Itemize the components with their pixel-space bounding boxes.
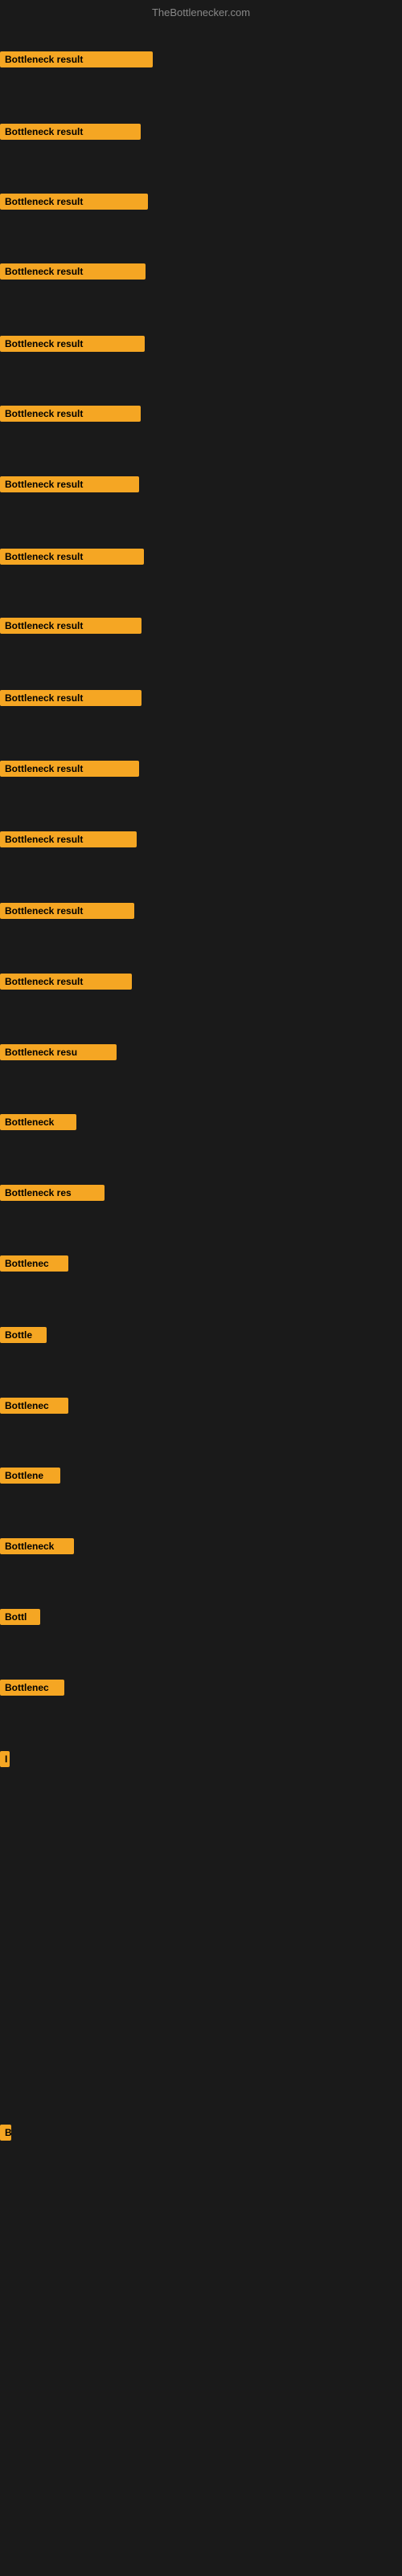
bottleneck-result-row: Bottleneck result <box>0 336 145 356</box>
bottleneck-label[interactable]: Bottleneck resu <box>0 1044 117 1060</box>
bottleneck-result-row: Bottleneck result <box>0 549 144 569</box>
bottleneck-label[interactable]: Bottleneck result <box>0 406 141 422</box>
bottleneck-result-row: B <box>0 2125 11 2145</box>
bottleneck-result-row: Bottleneck result <box>0 194 148 214</box>
bottleneck-result-row: Bottleneck result <box>0 690 142 710</box>
bottleneck-result-row: Bottlenec <box>0 1398 68 1418</box>
bottleneck-result-row: Bottleneck <box>0 1538 74 1558</box>
bottleneck-label[interactable]: Bottlene <box>0 1468 60 1484</box>
bottleneck-label[interactable]: Bottlenec <box>0 1680 64 1696</box>
bottleneck-label[interactable]: Bottleneck result <box>0 124 141 140</box>
bottleneck-label[interactable]: Bottleneck result <box>0 476 139 492</box>
bottleneck-result-row: Bottleneck result <box>0 761 139 781</box>
bottleneck-result-row: Bottleneck result <box>0 903 134 923</box>
bottleneck-label[interactable]: Bottleneck result <box>0 903 134 919</box>
bottleneck-result-row: Bottleneck result <box>0 124 141 144</box>
bottleneck-label[interactable]: Bottleneck result <box>0 51 153 67</box>
bottleneck-result-row: Bottlenec <box>0 1680 64 1700</box>
site-header: TheBottlenecker.com <box>0 0 402 22</box>
bottleneck-result-row: Bottleneck result <box>0 974 132 994</box>
bottleneck-result-row: Bottleneck resu <box>0 1044 117 1064</box>
bottleneck-result-row: Bottleneck result <box>0 618 142 638</box>
bottleneck-label[interactable]: B <box>0 2125 11 2141</box>
bottleneck-label[interactable]: Bottl <box>0 1609 40 1625</box>
bottleneck-label[interactable]: Bottleneck result <box>0 549 144 565</box>
bottleneck-label[interactable]: Bottleneck result <box>0 336 145 352</box>
bottleneck-label[interactable]: Bottlenec <box>0 1255 68 1272</box>
bottleneck-result-row: Bottleneck result <box>0 406 141 426</box>
bottleneck-result-row: Bottleneck result <box>0 51 153 71</box>
bottleneck-label[interactable]: Bottleneck result <box>0 831 137 847</box>
bottleneck-result-row: Bottleneck result <box>0 263 146 284</box>
bottleneck-label[interactable]: Bottlenec <box>0 1398 68 1414</box>
bottleneck-label[interactable]: Bottleneck <box>0 1538 74 1554</box>
bottleneck-label[interactable]: Bottleneck result <box>0 194 148 210</box>
bottleneck-result-row: Bottl <box>0 1609 40 1629</box>
bottleneck-label[interactable]: Bottleneck result <box>0 618 142 634</box>
bottleneck-label[interactable]: Bottleneck result <box>0 761 139 777</box>
bottleneck-result-row: Bottleneck result <box>0 831 137 851</box>
bottleneck-result-row: I <box>0 1751 10 1771</box>
bottleneck-label[interactable]: Bottleneck res <box>0 1185 105 1201</box>
bottleneck-label[interactable]: Bottle <box>0 1327 47 1343</box>
bottleneck-result-row: Bottleneck <box>0 1114 76 1134</box>
bottleneck-result-row: Bottlene <box>0 1468 60 1488</box>
bottleneck-result-row: Bottleneck result <box>0 476 139 496</box>
bottleneck-result-row: Bottleneck res <box>0 1185 105 1205</box>
bottleneck-label[interactable]: Bottleneck result <box>0 974 132 990</box>
bottleneck-result-row: Bottlenec <box>0 1255 68 1276</box>
site-title: TheBottlenecker.com <box>152 6 250 18</box>
bottleneck-label[interactable]: Bottleneck result <box>0 690 142 706</box>
bottleneck-label[interactable]: Bottleneck <box>0 1114 76 1130</box>
bottleneck-result-row: Bottle <box>0 1327 47 1347</box>
bottleneck-label[interactable]: Bottleneck result <box>0 263 146 280</box>
bottleneck-label[interactable]: I <box>0 1751 10 1767</box>
